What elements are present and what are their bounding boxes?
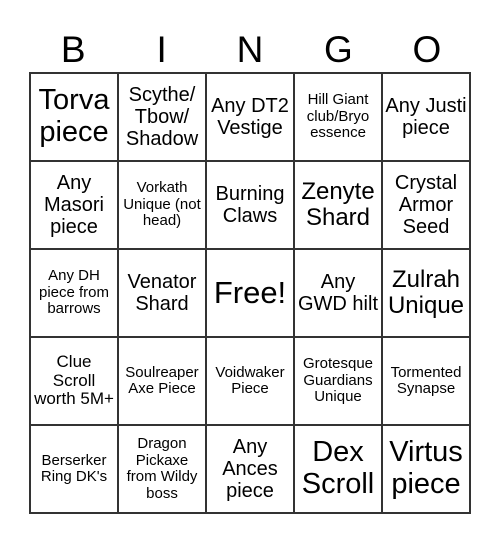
- bingo-grid: Torva piece Scythe/ Tbow/ Shadow Any DT2…: [29, 72, 471, 514]
- bingo-cell[interactable]: Zenyte Shard: [294, 161, 382, 249]
- bingo-cell[interactable]: Virtus piece: [382, 425, 470, 513]
- bingo-cell[interactable]: Any Masori piece: [30, 161, 118, 249]
- bingo-cell[interactable]: Voidwaker Piece: [206, 337, 294, 425]
- bingo-cell[interactable]: Torva piece: [30, 73, 118, 161]
- header-letter-n: N: [236, 29, 264, 70]
- bingo-cell[interactable]: Dragon Pickaxe from Wildy boss: [118, 425, 206, 513]
- bingo-cell[interactable]: Hill Giant club/Bryo essence: [294, 73, 382, 161]
- bingo-cell[interactable]: Crystal Armor Seed: [382, 161, 470, 249]
- bingo-cell[interactable]: Any Ances piece: [206, 425, 294, 513]
- header-letter-g: G: [324, 29, 353, 70]
- bingo-cell[interactable]: Venator Shard: [118, 249, 206, 337]
- bingo-cell[interactable]: Clue Scroll worth 5M+: [30, 337, 118, 425]
- bingo-cell[interactable]: Any Justi piece: [382, 73, 470, 161]
- bingo-header: B I N G O: [29, 28, 471, 72]
- bingo-cell[interactable]: Scythe/ Tbow/ Shadow: [118, 73, 206, 161]
- bingo-cell[interactable]: Any DT2 Vestige: [206, 73, 294, 161]
- bingo-cell[interactable]: Any DH piece from barrows: [30, 249, 118, 337]
- header-letter-b: B: [60, 29, 86, 70]
- header-letter-o: O: [412, 29, 442, 70]
- bingo-cell[interactable]: Zulrah Unique: [382, 249, 470, 337]
- bingo-cell[interactable]: Grotesque Guardians Unique: [294, 337, 382, 425]
- bingo-cell[interactable]: Vorkath Unique (not head): [118, 161, 206, 249]
- header-letter-i: I: [156, 29, 167, 70]
- bingo-cell[interactable]: Berserker Ring DK's: [30, 425, 118, 513]
- bingo-cell[interactable]: Soulreaper Axe Piece: [118, 337, 206, 425]
- bingo-cell[interactable]: Tormented Synapse: [382, 337, 470, 425]
- bingo-cell[interactable]: Any GWD hilt: [294, 249, 382, 337]
- free-space-cell[interactable]: Free!: [206, 249, 294, 337]
- bingo-cell[interactable]: Burning Claws: [206, 161, 294, 249]
- bingo-cell[interactable]: Dex Scroll: [294, 425, 382, 513]
